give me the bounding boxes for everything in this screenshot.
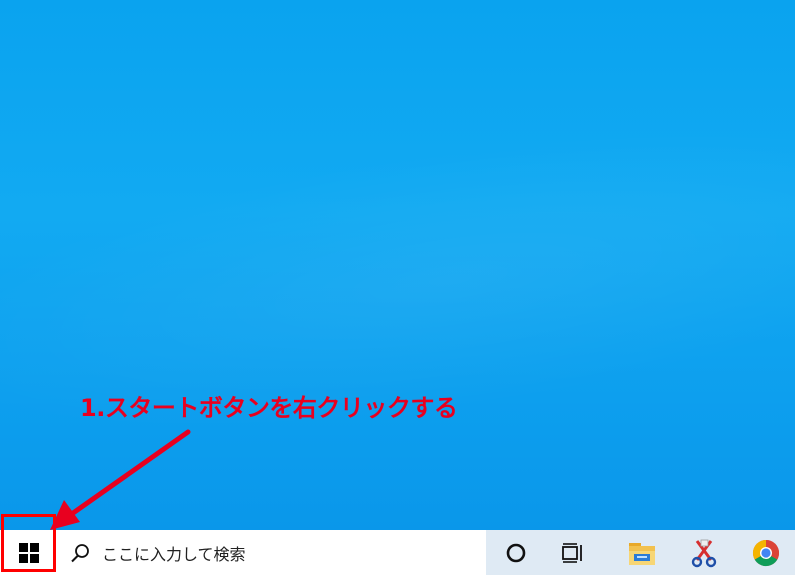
windows-logo-icon — [19, 542, 39, 563]
file-explorer-button[interactable] — [618, 530, 666, 575]
chrome-button[interactable] — [742, 530, 790, 575]
task-view-icon — [562, 542, 582, 563]
snipping-tool-button[interactable] — [680, 530, 728, 575]
search-placeholder[interactable]: ここに入力して検索 — [102, 541, 246, 565]
cortana-button[interactable] — [492, 530, 540, 575]
search-icon-container — [58, 530, 102, 575]
start-button[interactable] — [0, 530, 58, 575]
chrome-icon — [752, 539, 780, 566]
task-view-button[interactable] — [550, 530, 598, 575]
cortana-circle-icon — [506, 543, 526, 562]
search-icon — [71, 543, 89, 562]
taskbar: ここに入力して検索 — [0, 530, 795, 575]
folder-icon — [629, 542, 655, 565]
desktop-background: 1.スタートボタンを右クリックする — [0, 0, 795, 530]
scissors-icon — [691, 539, 717, 567]
search-box[interactable]: ここに入力して検索 — [58, 530, 486, 575]
annotation-instruction: 1.スタートボタンを右クリックする — [80, 394, 458, 422]
